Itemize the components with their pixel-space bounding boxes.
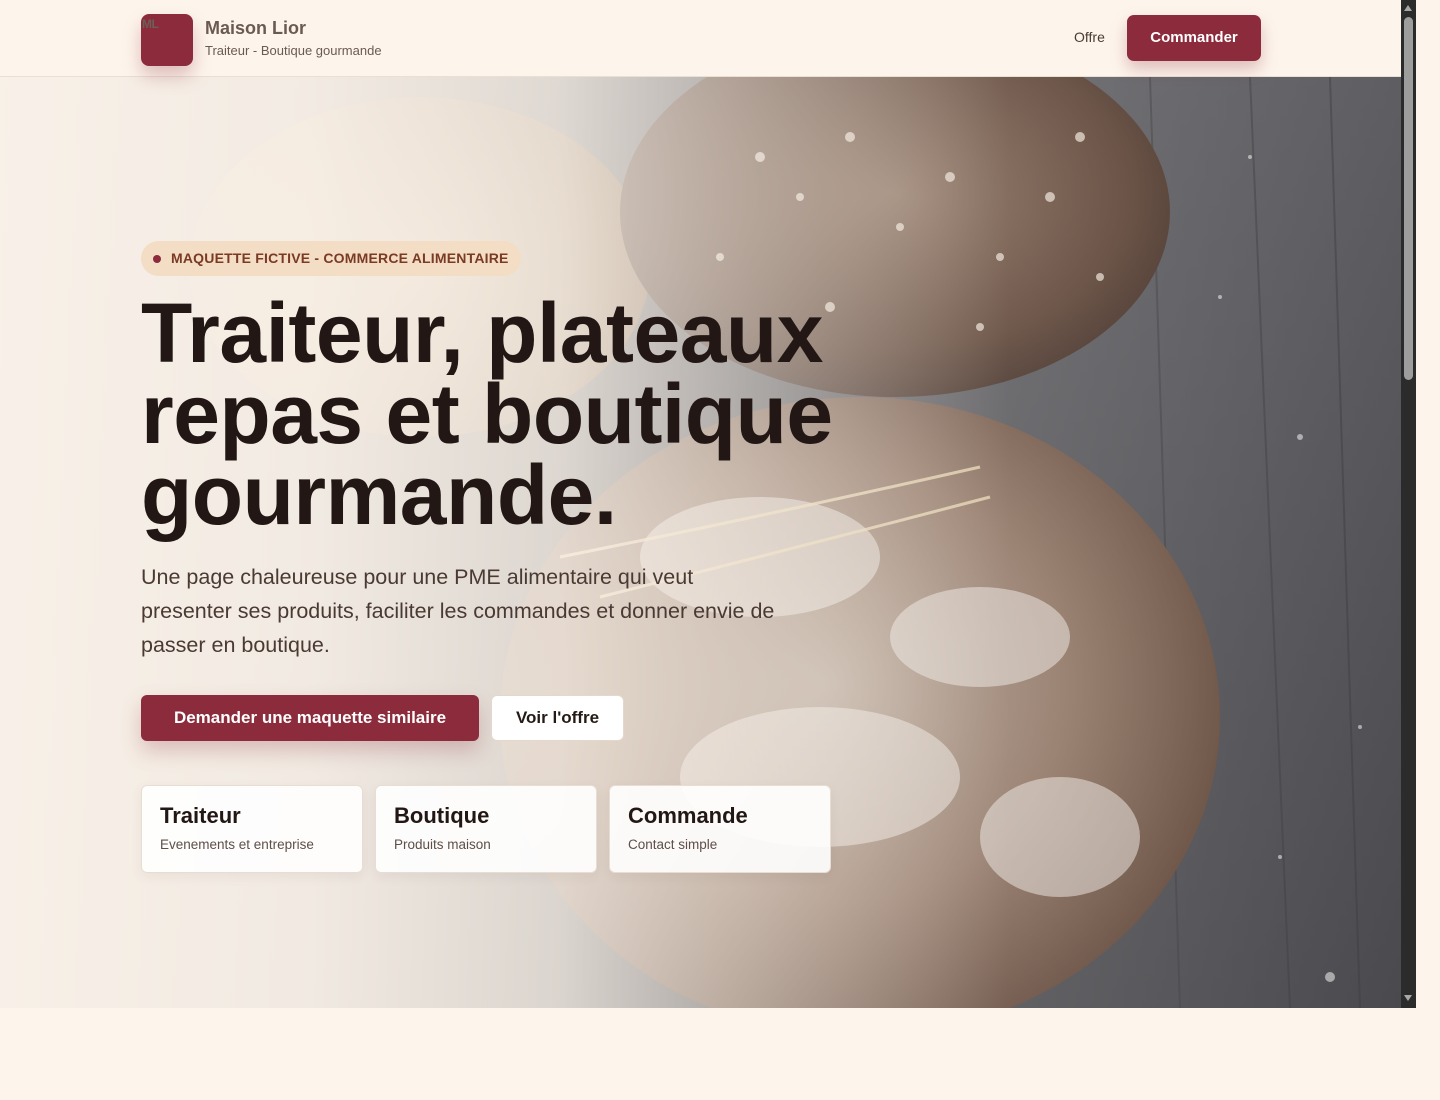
site-header: ML Maison Lior Traiteur - Boutique gourm… [0, 0, 1401, 77]
brand-subtitle: Traiteur - Boutique gourmande [205, 43, 382, 58]
dot-icon [153, 255, 161, 263]
hero-headline: Traiteur, plateaux repas et boutique gou… [141, 291, 901, 537]
request-mockup-button[interactable]: Demander une maquette similaire [141, 695, 479, 741]
card-subtitle: Contact simple [628, 837, 718, 852]
feature-card-boutique[interactable]: Boutique Produits maison [375, 785, 597, 873]
headline-line: repas et boutique [141, 367, 833, 461]
logo[interactable]: ML [141, 14, 193, 66]
vertical-scrollbar[interactable] [1401, 0, 1416, 1008]
hero-section: MAQUETTE FICTIVE - COMMERCE ALIMENTAIRE … [0, 77, 1401, 1008]
nav-link-offre[interactable]: Offre [1074, 29, 1105, 45]
scrollbar-thumb[interactable] [1404, 17, 1413, 380]
headline-line: gourmande. [141, 448, 617, 542]
scroll-down-arrow-icon[interactable] [1404, 995, 1412, 1001]
feature-card-commande[interactable]: Commande Contact simple [609, 785, 831, 873]
feature-card-traiteur[interactable]: Traiteur Evenements et entreprise [141, 785, 363, 873]
card-subtitle: Evenements et entreprise [160, 837, 314, 852]
card-title: Commande [628, 803, 748, 828]
page-viewport: ML Maison Lior Traiteur - Boutique gourm… [0, 0, 1401, 1008]
card-subtitle: Produits maison [394, 837, 491, 852]
headline-line: Traiteur, plateaux [141, 286, 823, 380]
order-button[interactable]: Commander [1127, 15, 1261, 61]
card-title: Boutique [394, 803, 490, 828]
card-title: Traiteur [160, 803, 241, 828]
logo-initials: ML [142, 17, 159, 31]
view-offer-button[interactable]: Voir l'offre [491, 695, 624, 741]
scroll-up-arrow-icon[interactable] [1404, 5, 1412, 11]
brand-name[interactable]: Maison Lior [205, 18, 306, 39]
mockup-tag-label: MAQUETTE FICTIVE - COMMERCE ALIMENTAIRE [171, 250, 509, 266]
mockup-tag: MAQUETTE FICTIVE - COMMERCE ALIMENTAIRE [141, 241, 521, 276]
hero-lead-text: Une page chaleureuse pour une PME alimen… [141, 565, 775, 657]
